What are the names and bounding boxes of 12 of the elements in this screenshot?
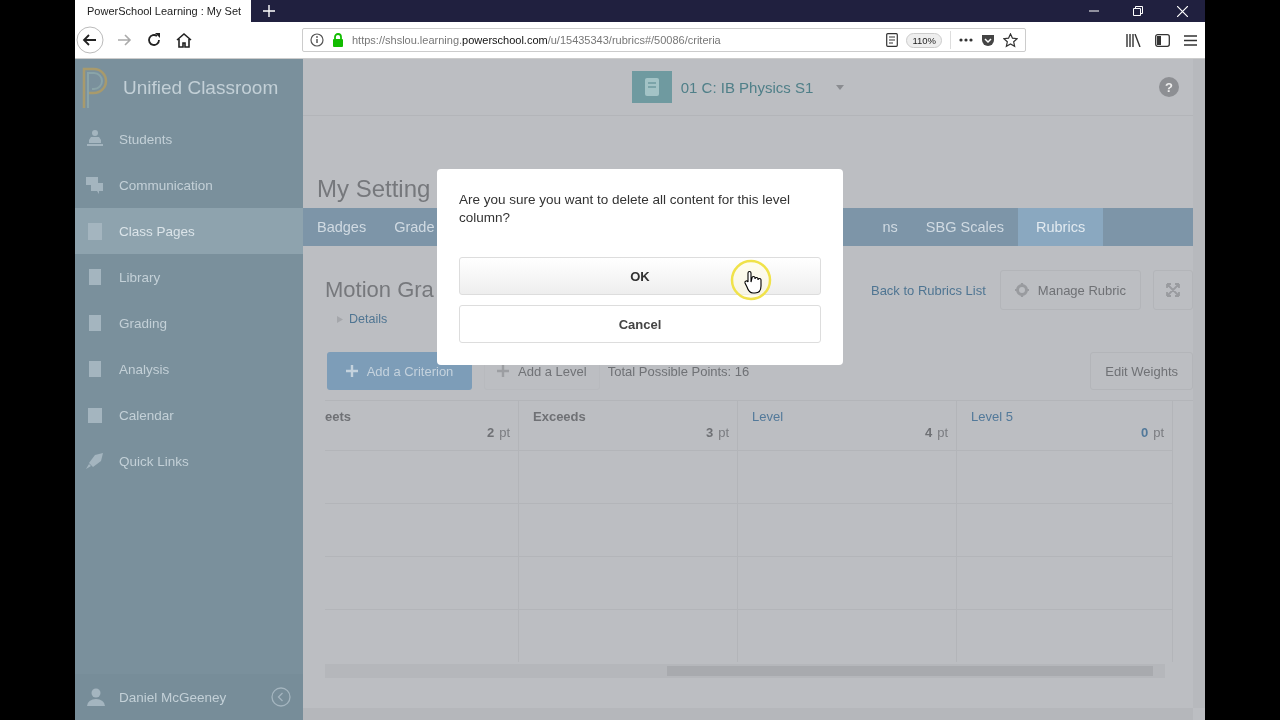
dialog-message: Are you sure you want to delete all content for this level column? (459, 191, 791, 227)
points-unit: pt (937, 425, 948, 440)
points-unit: pt (499, 425, 510, 440)
user-name: Daniel McGeeney (119, 689, 227, 705)
total-points: Total Possible Points: 16 (607, 363, 750, 379)
url-text: https://shslou.learning.powerschool.com/u/15435343/rubrics#/50086/criteria (352, 34, 721, 46)
points-unit: pt (718, 425, 729, 440)
rubric-title: Motion Gra (325, 277, 434, 303)
tab-title: PowerSchool Learning : My Set (87, 5, 242, 17)
points-unit: pt (1153, 425, 1164, 440)
app-title: Unified Classroom (123, 76, 279, 99)
page-title: My Setting (317, 174, 431, 204)
